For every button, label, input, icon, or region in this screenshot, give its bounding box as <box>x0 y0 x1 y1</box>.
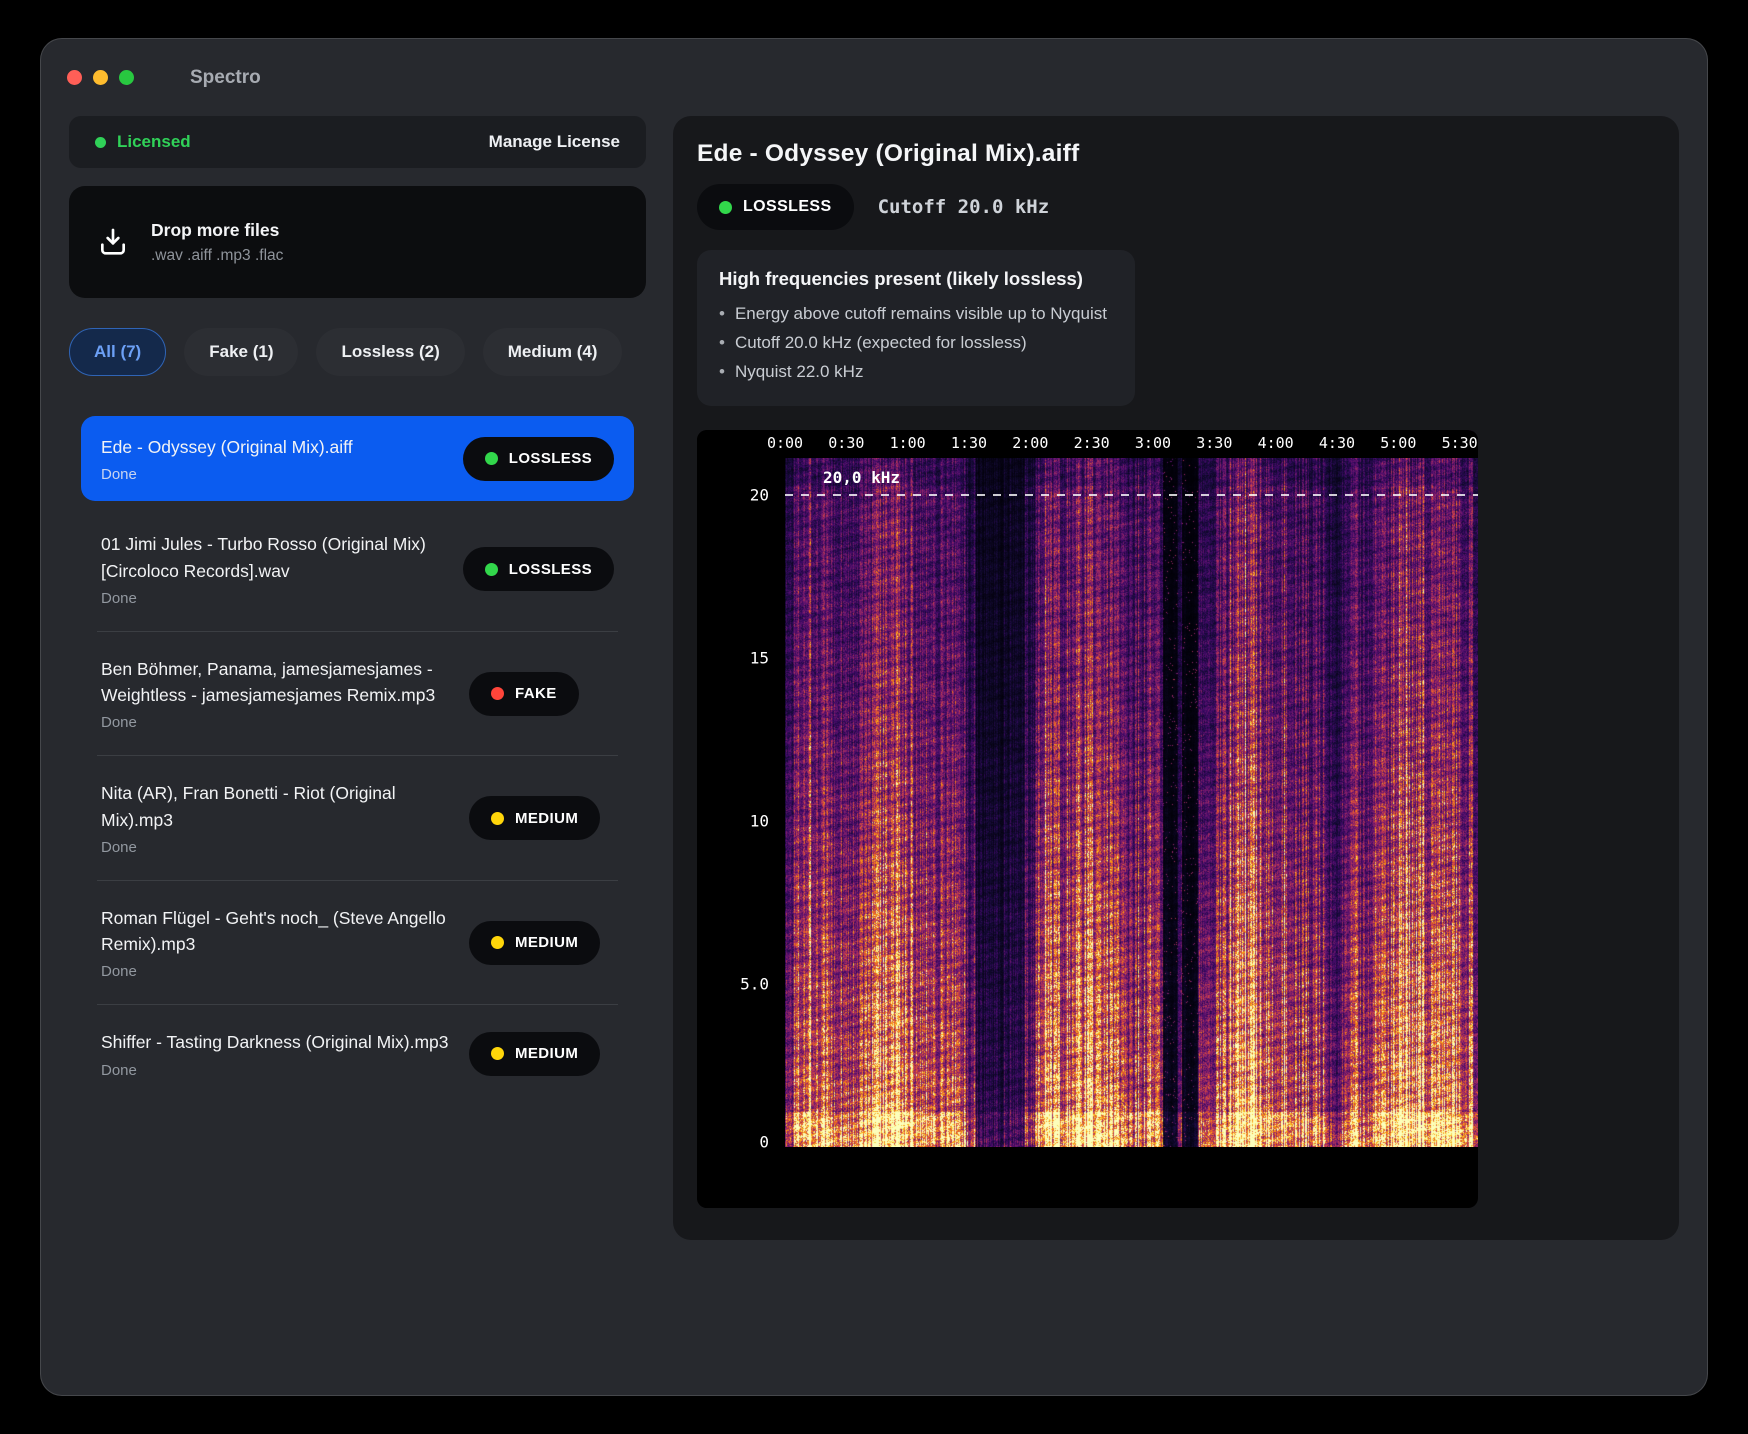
analysis-bullet-text: Nyquist 22.0 kHz <box>735 357 864 386</box>
file-name: Shiffer - Tasting Darkness (Original Mix… <box>101 1029 453 1055</box>
sidebar: Licensed Manage License Drop more files … <box>69 116 646 1123</box>
time-tick: 2:00 <box>1012 434 1048 452</box>
frequency-axis: 20 15 10 5.0 0 <box>697 430 785 1208</box>
verdict-badge: LOSSLESS <box>463 547 614 591</box>
time-tick: 1:00 <box>890 434 926 452</box>
detail-panel: Ede - Odyssey (Original Mix).aiff LOSSLE… <box>673 116 1679 1240</box>
verdict-badge: MEDIUM <box>469 921 600 965</box>
filter-tab-lossless[interactable]: Lossless (2) <box>316 328 464 376</box>
app-window: Spectro Licensed Manage License Drop mor… <box>40 38 1708 1396</box>
time-tick: 0:00 <box>767 434 803 452</box>
verdict-dot-icon <box>485 563 498 576</box>
dropzone-title: Drop more files <box>151 220 283 241</box>
file-dropzone[interactable]: Drop more files .wav .aiff .mp3 .flac <box>69 186 646 298</box>
freq-tick: 0 <box>759 1133 769 1152</box>
time-tick: 3:00 <box>1135 434 1171 452</box>
time-tick: 2:30 <box>1074 434 1110 452</box>
window-title: Spectro <box>190 67 261 89</box>
filter-tabs: All (7) Fake (1) Lossless (2) Medium (4) <box>69 328 646 376</box>
analysis-bullet-text: Energy above cutoff remains visible up t… <box>735 299 1107 328</box>
file-row[interactable]: Shiffer - Tasting Darkness (Original Mix… <box>87 1005 628 1102</box>
file-row[interactable]: Nita (AR), Fran Bonetti - Riot (Original… <box>87 756 628 880</box>
file-name: Ede - Odyssey (Original Mix).aiff <box>101 434 447 460</box>
minimize-button[interactable] <box>93 70 108 85</box>
verdict-badge: MEDIUM <box>469 796 600 840</box>
analysis-heading: High frequencies present (likely lossles… <box>719 268 1107 290</box>
verdict-badge: MEDIUM <box>469 1032 600 1076</box>
close-button[interactable] <box>67 70 82 85</box>
zoom-button[interactable] <box>119 70 134 85</box>
freq-tick: 20 <box>750 486 769 505</box>
spectrogram-canvas <box>785 430 1478 1147</box>
file-name: Nita (AR), Fran Bonetti - Riot (Original… <box>101 780 453 833</box>
file-status: Done <box>101 590 447 607</box>
time-tick: 4:00 <box>1258 434 1294 452</box>
time-axis: 0:00 0:30 1:00 1:30 2:00 2:30 3:00 3:30 … <box>785 430 1478 458</box>
time-tick: 5:30 <box>1442 434 1478 452</box>
freq-tick: 15 <box>750 649 769 668</box>
drop-files-icon <box>97 226 129 258</box>
detail-verdict-badge: LOSSLESS <box>697 184 854 230</box>
window-controls <box>67 70 134 85</box>
time-tick: 0:30 <box>828 434 864 452</box>
file-status: Done <box>101 466 447 483</box>
dropzone-formats: .wav .aiff .mp3 .flac <box>151 247 283 265</box>
file-status: Done <box>101 1062 453 1079</box>
cutoff-line-label: 20,0 kHz <box>823 468 900 487</box>
analysis-bullet-text: Cutoff 20.0 kHz (expected for lossless) <box>735 328 1027 357</box>
file-row[interactable]: Ben Böhmer, Panama, jamesjamesjames - We… <box>87 632 628 756</box>
analysis-box: High frequencies present (likely lossles… <box>697 250 1135 406</box>
file-name: Roman Flügel - Geht's noch_ (Steve Angel… <box>101 905 453 958</box>
file-status: Done <box>101 963 453 980</box>
verdict-badge: LOSSLESS <box>463 437 614 481</box>
analysis-bullet: • Nyquist 22.0 kHz <box>719 357 1107 386</box>
verdict-dot-icon <box>491 936 504 949</box>
verdict-dot-icon <box>491 812 504 825</box>
verdict-badge: FAKE <box>469 672 579 716</box>
filter-tab-medium[interactable]: Medium (4) <box>483 328 623 376</box>
verdict-dot-icon <box>485 452 498 465</box>
analysis-bullet: • Cutoff 20.0 kHz (expected for lossless… <box>719 328 1107 357</box>
license-status-icon <box>95 137 106 148</box>
title-bar: Spectro <box>41 39 1707 116</box>
license-status-label: Licensed <box>117 132 191 152</box>
freq-tick: 5.0 <box>740 975 769 994</box>
file-status: Done <box>101 714 453 731</box>
detail-title: Ede - Odyssey (Original Mix).aiff <box>697 140 1655 168</box>
time-tick: 3:30 <box>1196 434 1232 452</box>
filter-tab-all[interactable]: All (7) <box>69 328 166 376</box>
cutoff-dashed-line <box>785 494 1478 496</box>
verdict-dot-icon <box>491 687 504 700</box>
file-name: 01 Jimi Jules - Turbo Rosso (Original Mi… <box>101 531 447 584</box>
file-status: Done <box>101 839 453 856</box>
analysis-bullet: • Energy above cutoff remains visible up… <box>719 299 1107 328</box>
file-row[interactable]: Ede - Odyssey (Original Mix).aiff Done L… <box>81 416 634 501</box>
freq-tick: 10 <box>750 812 769 831</box>
spectrogram: 20 15 10 5.0 0 0:00 0:30 1:00 1:30 2:00 … <box>697 430 1478 1208</box>
cutoff-value: Cutoff 20.0 kHz <box>878 196 1050 218</box>
bullet-marker: • <box>719 328 725 357</box>
verdict-dot-icon <box>719 201 732 214</box>
time-tick: 1:30 <box>951 434 987 452</box>
time-tick: 5:00 <box>1380 434 1416 452</box>
file-list: Ede - Odyssey (Original Mix).aiff Done L… <box>69 416 646 1123</box>
file-row[interactable]: 01 Jimi Jules - Turbo Rosso (Original Mi… <box>87 507 628 631</box>
file-row[interactable]: Roman Flügel - Geht's noch_ (Steve Angel… <box>87 881 628 1005</box>
time-tick: 4:30 <box>1319 434 1355 452</box>
bullet-marker: • <box>719 299 725 328</box>
file-name: Ben Böhmer, Panama, jamesjamesjames - We… <box>101 656 453 709</box>
verdict-dot-icon <box>491 1047 504 1060</box>
manage-license-button[interactable]: Manage License <box>489 132 620 152</box>
filter-tab-fake[interactable]: Fake (1) <box>184 328 298 376</box>
license-bar: Licensed Manage License <box>69 116 646 168</box>
bullet-marker: • <box>719 357 725 386</box>
